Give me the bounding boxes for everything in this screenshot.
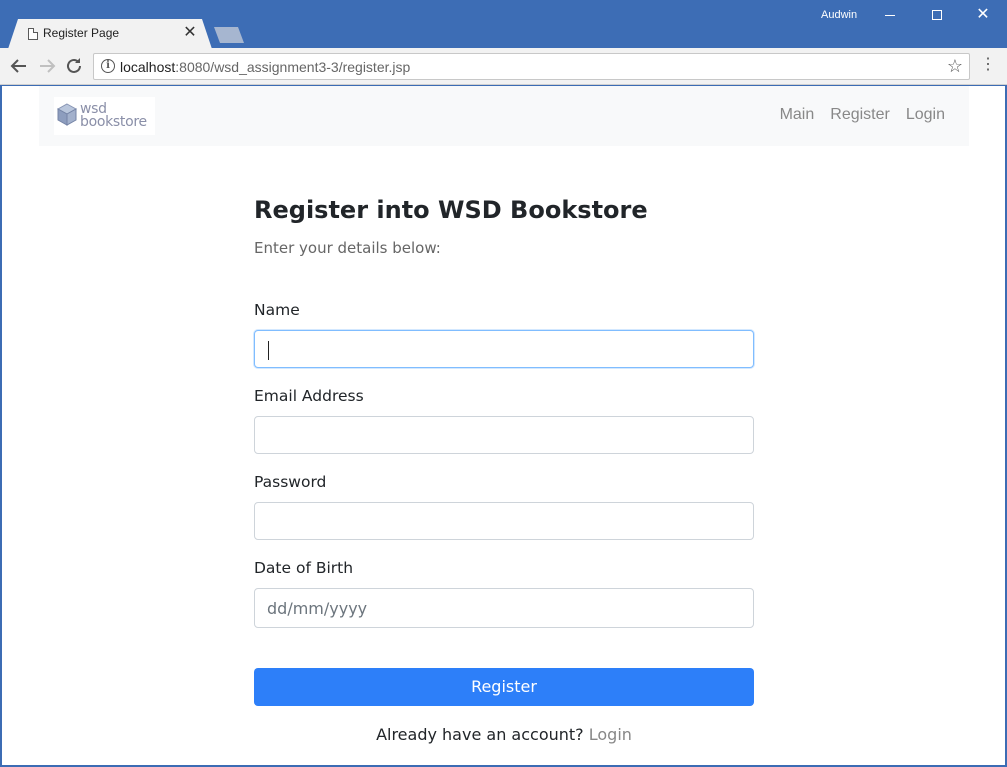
page-icon (28, 28, 38, 40)
nav-links: Main Register Login (780, 106, 945, 124)
star-icon[interactable]: ☆ (947, 56, 963, 76)
new-tab-button[interactable] (214, 27, 244, 43)
nav-link-register[interactable]: Register (830, 106, 890, 124)
url-text[interactable]: localhost:8080/wsd_assignment3-3/registe… (120, 59, 410, 75)
site-navbar: wsd bookstore Main Register Login (39, 86, 969, 146)
address-bar[interactable]: i localhost:8080/wsd_assignment3-3/regis… (93, 53, 970, 80)
password-label: Password (254, 473, 327, 491)
page-viewport: wsd bookstore Main Register Login Regist… (2, 86, 1005, 765)
email-field[interactable] (254, 416, 754, 454)
password-field[interactable] (254, 502, 754, 540)
page-subtitle: Enter your details below: (254, 239, 441, 257)
browser-tab[interactable]: Register Page ✕ (8, 19, 212, 49)
nav-link-login[interactable]: Login (906, 106, 945, 124)
register-button[interactable]: Register (254, 668, 754, 706)
page-title: Register into WSD Bookstore (254, 196, 648, 224)
logo-line-2: bookstore (80, 114, 147, 130)
info-icon[interactable]: i (101, 59, 115, 73)
window-titlebar: Register Page ✕ Audwin ✕ (0, 0, 1007, 49)
text-caret (268, 341, 269, 360)
logo-text: wsd bookstore (80, 102, 147, 130)
url-path: :8080/wsd_assignment3-3/register.jsp (175, 59, 411, 75)
name-label: Name (254, 301, 300, 319)
name-field[interactable] (254, 330, 754, 368)
logo-cube-icon (56, 103, 78, 126)
browser-toolbar: i localhost:8080/wsd_assignment3-3/regis… (0, 48, 1007, 85)
profile-name[interactable]: Audwin (821, 9, 857, 21)
menu-dots-icon[interactable]: ⋮ (980, 56, 996, 76)
maximize-icon[interactable] (922, 4, 952, 26)
register-form: Register into WSD Bookstore Enter your d… (254, 196, 754, 744)
close-icon[interactable]: ✕ (968, 4, 998, 26)
tab-title: Register Page (43, 26, 120, 40)
login-prompt-text: Already have an account? (376, 725, 584, 744)
back-arrow-icon[interactable] (8, 55, 30, 77)
login-prompt: Already have an account? Login (254, 725, 754, 744)
email-label: Email Address (254, 387, 364, 405)
tab-close-icon[interactable]: ✕ (182, 23, 198, 43)
dob-field[interactable] (254, 588, 754, 628)
nav-link-main[interactable]: Main (780, 106, 815, 124)
login-link[interactable]: Login (589, 725, 632, 744)
dob-label: Date of Birth (254, 559, 354, 577)
site-logo[interactable]: wsd bookstore (54, 97, 155, 135)
url-host: localhost (120, 59, 176, 75)
reload-icon[interactable] (63, 55, 85, 77)
forward-arrow-icon[interactable] (36, 55, 58, 77)
minimize-icon[interactable] (875, 4, 905, 26)
